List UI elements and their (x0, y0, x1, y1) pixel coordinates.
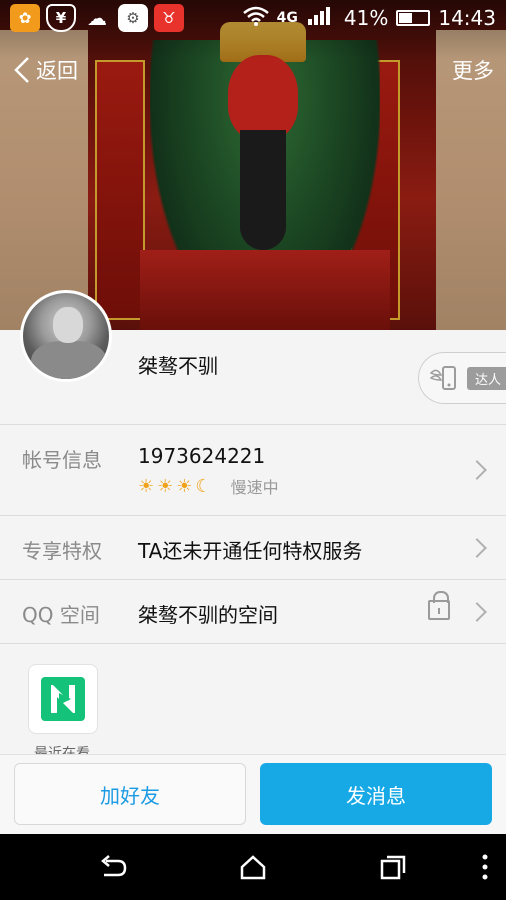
battery-icon (396, 10, 431, 26)
status-bar: ✿ ¥ ☁ ⚙ ♉ 4G 41% 14:43 (0, 0, 506, 36)
winged-phone-icon (429, 363, 463, 393)
avatar[interactable] (20, 290, 112, 382)
lock-icon (428, 591, 450, 620)
account-info-row[interactable]: 帐号信息 1973624221 (0, 424, 506, 515)
chevron-right-icon (467, 460, 487, 480)
chevron-right-icon (467, 538, 487, 558)
send-message-button[interactable]: 发消息 (260, 763, 492, 825)
top-nav: 返回 更多 (0, 50, 506, 90)
back-button[interactable]: 返回 (12, 55, 78, 85)
uc-browser-icon: ✿ (10, 4, 40, 32)
sun-level-icon: ☀ (176, 475, 193, 497)
add-friend-button[interactable]: 加好友 (14, 763, 246, 825)
battery-percent: 41% (343, 6, 389, 30)
privilege-label: 专享特权 (22, 539, 102, 563)
privilege-value: TA还未开通任何特权服务 (138, 539, 363, 563)
qzone-value: 桀骜不驯的空间 (138, 603, 278, 627)
weather-icon: ☁ (87, 6, 107, 30)
chevron-left-icon (14, 57, 29, 83)
settings-app-icon: ⚙ (118, 4, 148, 32)
nickname: 桀骜不驯 (138, 354, 218, 378)
overflow-menu-icon[interactable] (470, 852, 500, 882)
sun-level-icon: ☀ (138, 475, 155, 497)
action-bar: 加好友 发消息 (0, 754, 506, 834)
recent-apps-icon[interactable] (378, 852, 408, 882)
wifi-icon (242, 6, 269, 31)
moon-level-icon: ☾ (195, 475, 212, 497)
qzone-label: QQ 空间 (22, 603, 100, 627)
system-back-icon[interactable] (98, 852, 128, 882)
more-button[interactable]: 更多 (452, 55, 494, 85)
network-type-icon: 4G (276, 10, 298, 26)
talent-label: 达人 (467, 366, 506, 390)
sun-level-icon: ☀ (157, 475, 174, 497)
privilege-row[interactable]: 专享特权 TA还未开通任何特权服务 (0, 515, 506, 579)
account-number: 1973624221 (138, 444, 266, 468)
account-info-label: 帐号信息 (22, 448, 102, 472)
chevron-right-icon (467, 602, 487, 622)
divider (0, 643, 506, 644)
speed-status: 慢速中 (230, 478, 279, 497)
cow-app-icon: ♉ (154, 4, 184, 32)
profile-screen: ✿ ¥ ☁ ⚙ ♉ 4G 41% 14:43 返回 更多 桀骜不驯 达人 帐号信… (0, 0, 506, 900)
video-app-icon (41, 677, 85, 721)
system-nav-bar (0, 834, 506, 900)
qq-level: ☀ ☀ ☀ ☾ 慢速中 (138, 474, 279, 498)
back-label: 返回 (36, 59, 78, 83)
talent-badge[interactable]: 达人 (418, 352, 506, 404)
signal-icon (306, 5, 336, 32)
clock: 14:43 (438, 6, 496, 30)
home-icon[interactable] (238, 852, 268, 882)
shield-yen-icon: ¥ (46, 4, 76, 32)
recent-app-tile[interactable] (28, 664, 98, 734)
